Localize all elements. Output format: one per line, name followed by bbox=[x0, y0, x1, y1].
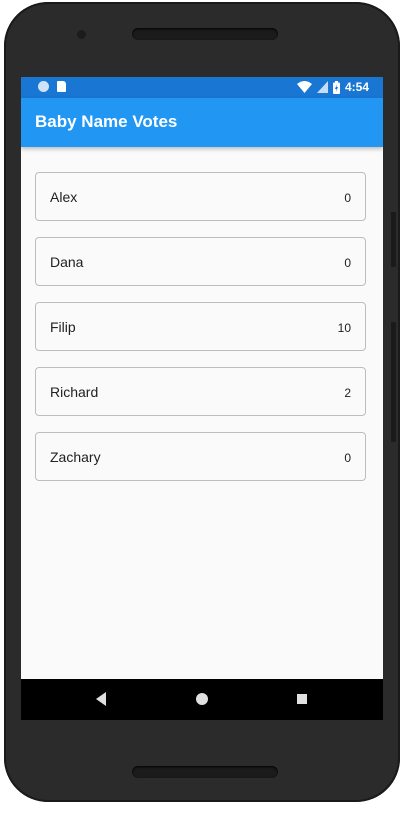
back-icon[interactable] bbox=[96, 692, 106, 706]
list-item-filip[interactable]: Filip 10 bbox=[35, 302, 366, 351]
list-item-richard[interactable]: Richard 2 bbox=[35, 367, 366, 416]
app-title: Baby Name Votes bbox=[35, 112, 178, 131]
item-name: Alex bbox=[50, 189, 78, 205]
item-votes: 10 bbox=[337, 321, 351, 335]
volume-button bbox=[391, 322, 396, 442]
status-bar: 4:54 bbox=[21, 77, 383, 98]
power-button bbox=[391, 212, 396, 267]
list-item-dana[interactable]: Dana 0 bbox=[35, 237, 366, 286]
signal-icon bbox=[316, 81, 328, 93]
recent-apps-icon[interactable] bbox=[297, 694, 307, 704]
front-camera bbox=[77, 30, 86, 39]
wifi-icon bbox=[296, 81, 312, 93]
navigation-bar bbox=[21, 679, 383, 720]
item-votes: 0 bbox=[344, 451, 351, 465]
battery-icon bbox=[332, 80, 340, 94]
item-name: Richard bbox=[50, 384, 99, 400]
app-bar: Baby Name Votes bbox=[21, 98, 383, 147]
item-votes: 0 bbox=[344, 191, 351, 205]
clock: 4:54 bbox=[344, 80, 369, 94]
bottom-speaker bbox=[132, 766, 278, 778]
home-icon[interactable] bbox=[196, 693, 208, 705]
item-name: Dana bbox=[50, 254, 84, 270]
item-votes: 2 bbox=[344, 386, 351, 400]
item-votes: 0 bbox=[344, 256, 351, 270]
app-screen: 4:54 Baby Name Votes Alex 0 Dana 0 Filip… bbox=[21, 77, 383, 720]
list-item-alex[interactable]: Alex 0 bbox=[35, 172, 366, 221]
item-name: Zachary bbox=[50, 449, 101, 465]
list-item-zachary[interactable]: Zachary 0 bbox=[35, 432, 366, 481]
item-name: Filip bbox=[50, 319, 76, 335]
circle-notification-icon bbox=[38, 81, 49, 92]
sd-card-icon bbox=[57, 81, 66, 92]
top-speaker bbox=[132, 28, 278, 40]
